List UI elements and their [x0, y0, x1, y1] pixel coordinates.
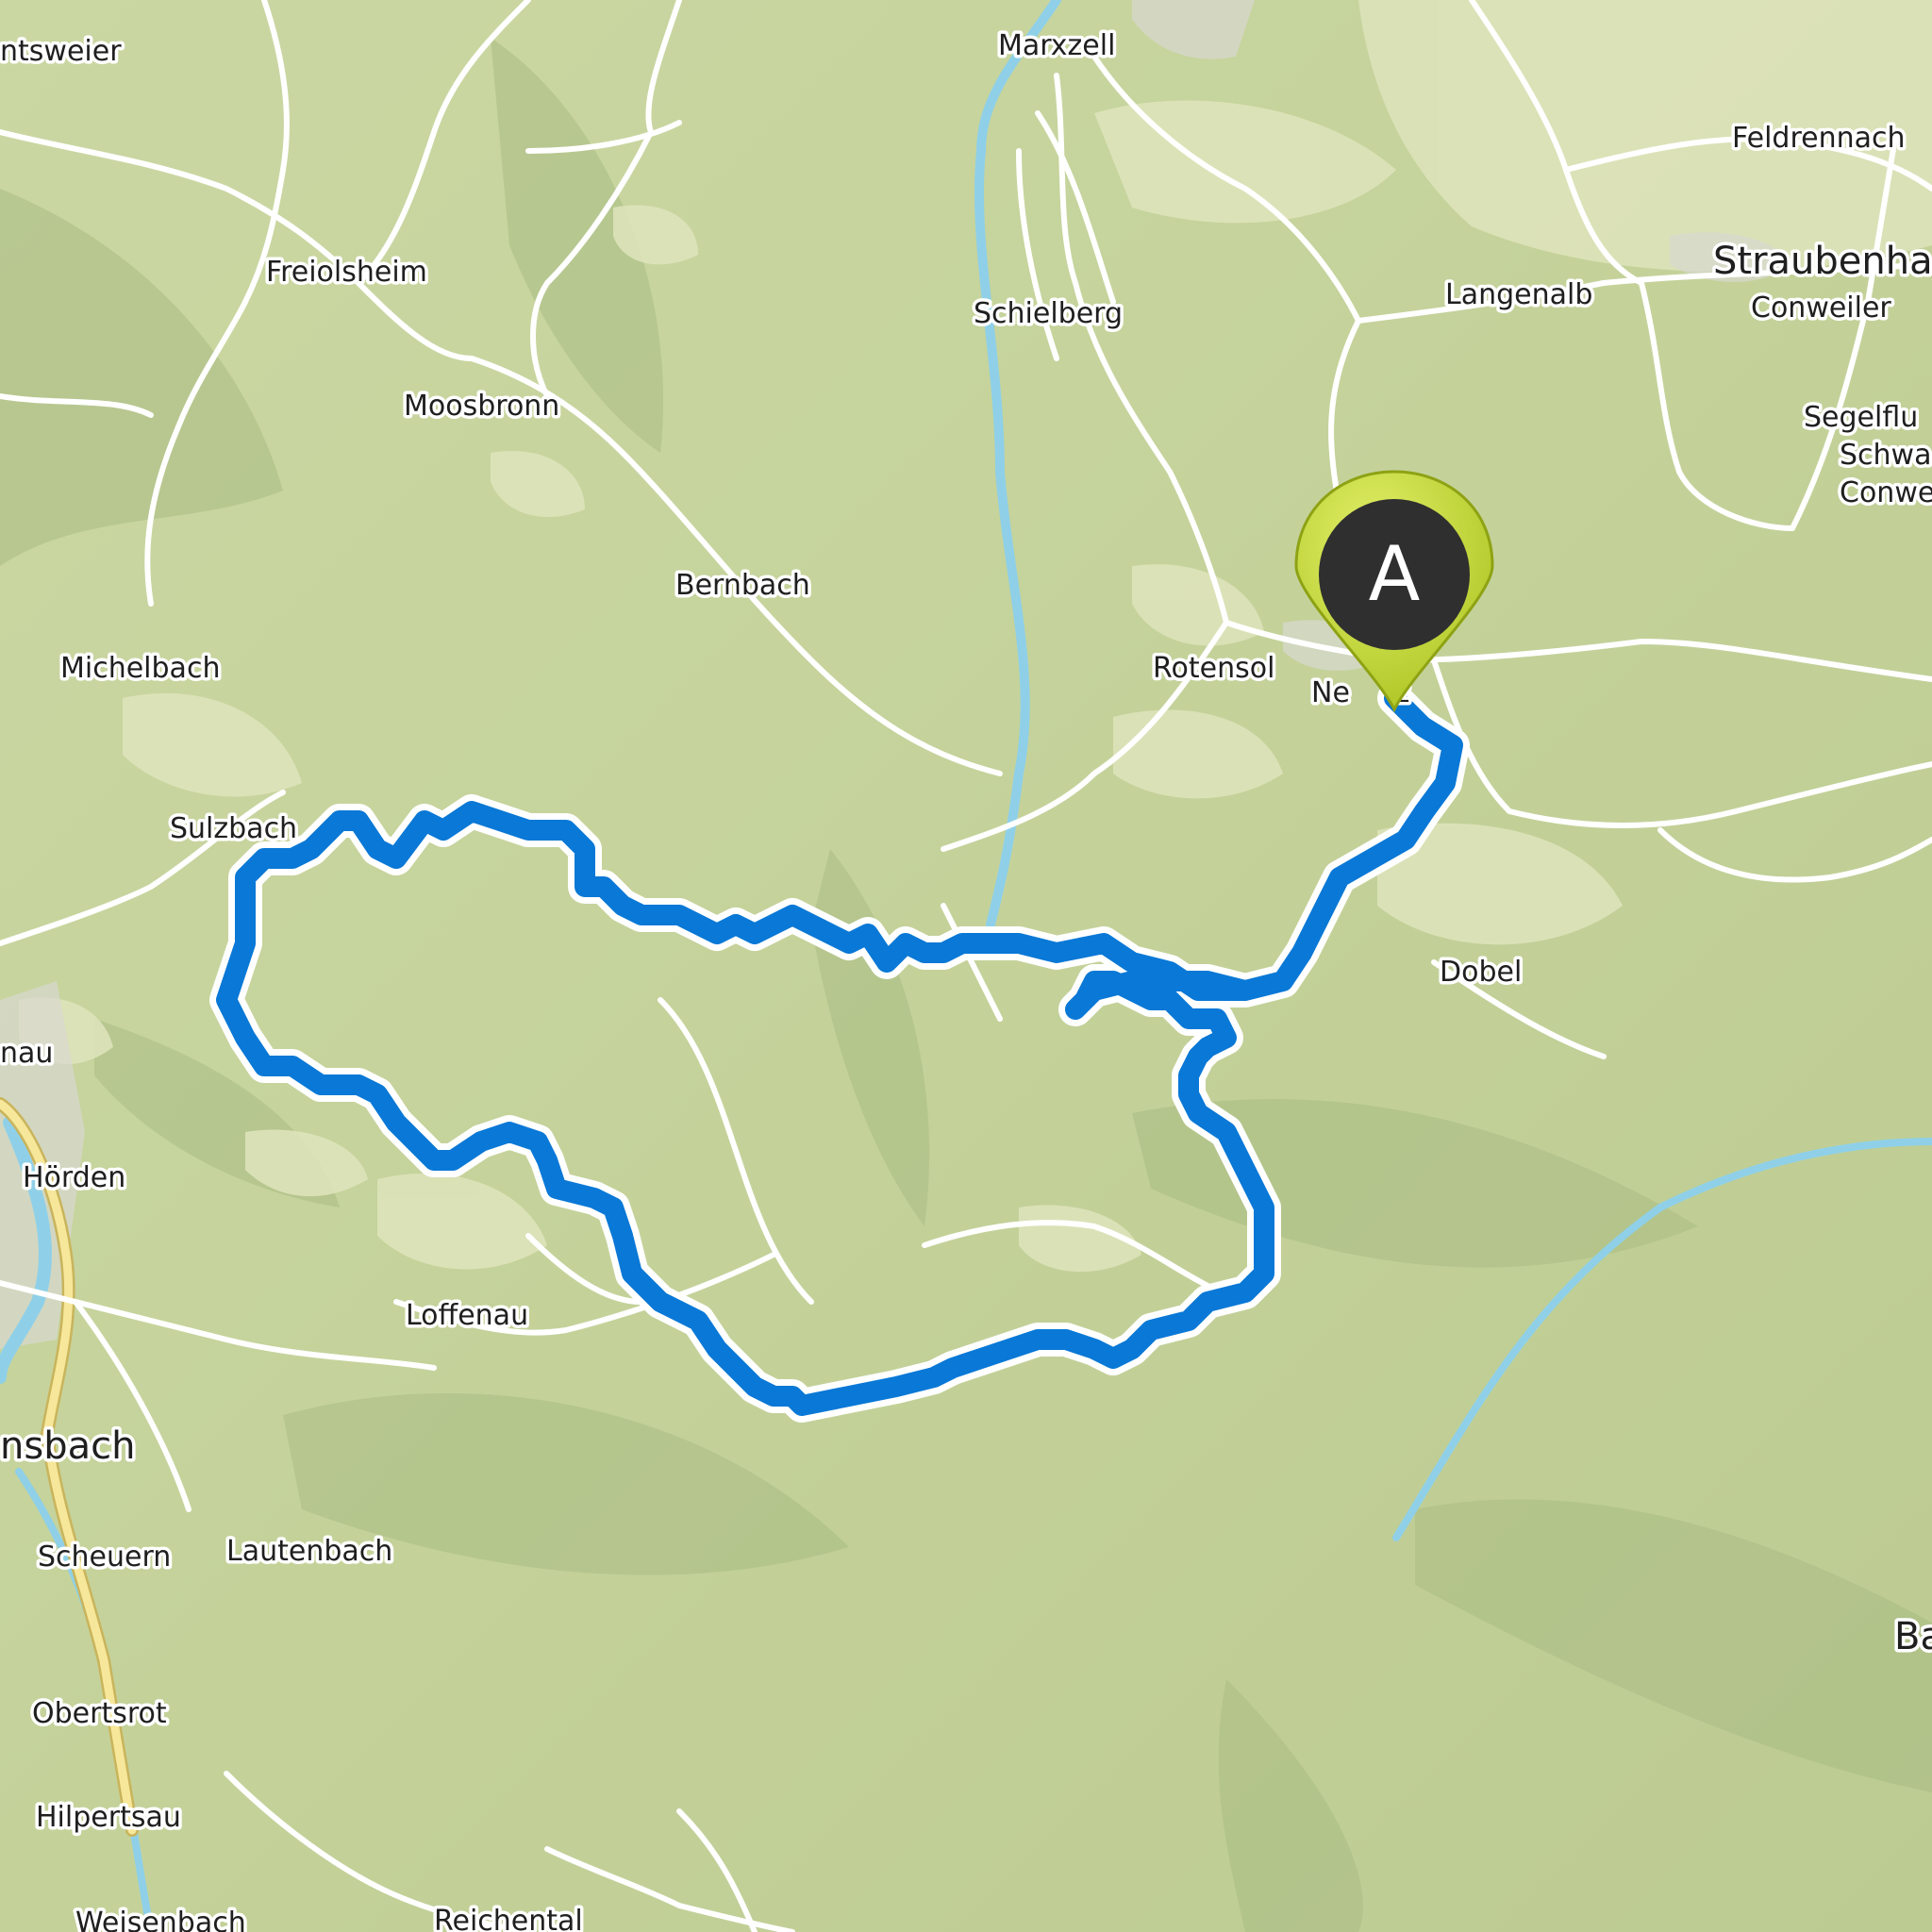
place-label[interactable]: Lautenbach: [224, 1532, 396, 1572]
place-label[interactable]: nsbach: [0, 1422, 139, 1472]
place-label[interactable]: Feldrennach: [1729, 119, 1909, 158]
marker-label: A: [1369, 530, 1421, 618]
place-label[interactable]: Bernbach: [673, 566, 814, 606]
place-label[interactable]: Langenalb: [1442, 275, 1596, 315]
place-label[interactable]: Conweiler: [1748, 289, 1895, 328]
map-view[interactable]: ntsweier Marxzell Feldrennach Straubenha…: [0, 0, 1932, 1932]
place-label[interactable]: Hilpertsau: [33, 1798, 185, 1838]
place-label[interactable]: Straubenha: [1710, 237, 1932, 287]
place-label[interactable]: Dobel: [1437, 953, 1525, 992]
place-label[interactable]: ntsweier: [0, 32, 125, 72]
place-label[interactable]: Reichental: [431, 1902, 587, 1932]
place-label[interactable]: Conwe: [1837, 474, 1932, 513]
map-canvas[interactable]: ntsweier Marxzell Feldrennach Straubenha…: [0, 0, 1932, 1932]
place-label[interactable]: Rotensol: [1150, 649, 1278, 689]
place-label[interactable]: Sulzbach: [167, 809, 301, 849]
place-label[interactable]: Freiolsheim: [263, 253, 431, 292]
place-label[interactable]: Moosbronn: [401, 387, 563, 426]
place-label[interactable]: Weisenbach: [73, 1904, 250, 1932]
place-label[interactable]: Michelbach: [58, 649, 224, 689]
place-label[interactable]: Loffenau: [403, 1296, 532, 1336]
place-label[interactable]: Ba: [1891, 1612, 1932, 1662]
place-label[interactable]: Scheuern: [35, 1538, 175, 1577]
place-label[interactable]: nau: [0, 1034, 57, 1074]
place-label[interactable]: Hörden: [20, 1158, 129, 1198]
place-label[interactable]: Schwa: [1837, 436, 1932, 475]
place-label[interactable]: Marxzell: [995, 26, 1119, 66]
place-label[interactable]: Schielberg: [971, 294, 1126, 334]
place-label[interactable]: Segelflu: [1801, 398, 1922, 438]
place-label[interactable]: Obertsrot: [29, 1694, 171, 1734]
